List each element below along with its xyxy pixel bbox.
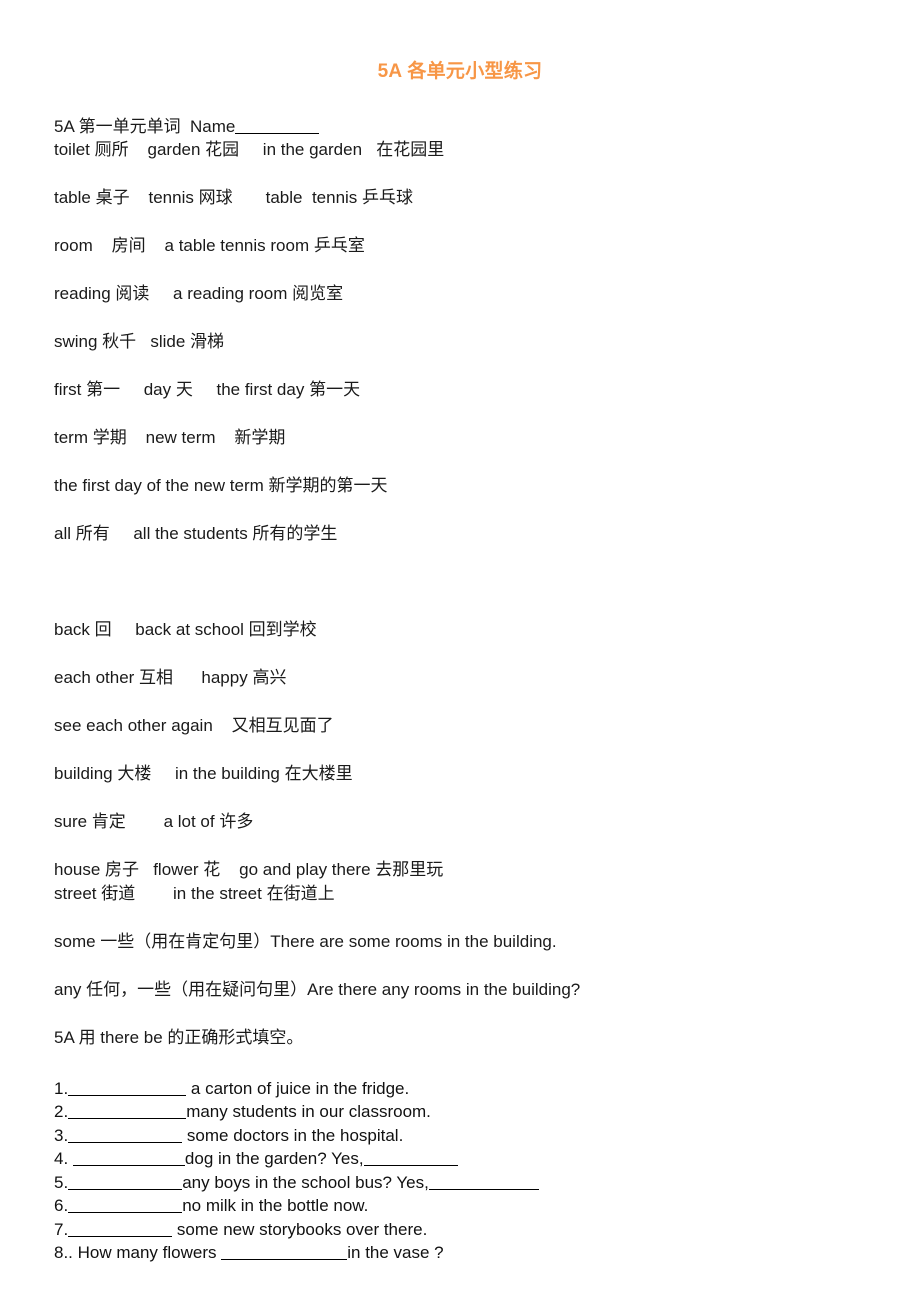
- exercise-answer-blank[interactable]: [68, 1104, 187, 1120]
- exercise-item-number: 5.: [54, 1172, 69, 1192]
- exercise-answer-blank[interactable]: [221, 1245, 348, 1261]
- vocabulary-line: reading 阅读 a reading room 阅览室: [54, 284, 344, 303]
- exercise-item-number: 8.. How many flowers: [54, 1243, 222, 1263]
- exercise-list: 1. a carton of juice in the fridge. 2. man…: [54, 1077, 874, 1265]
- exercise-answer-blank[interactable]: [68, 1198, 183, 1214]
- vocabulary-line: table 桌子 tennis 网球 table tennis 乒乓球: [54, 188, 414, 207]
- exercise-item-number: 6.: [54, 1196, 69, 1216]
- exercise-item: 4. dog in the garden? Yes,: [54, 1147, 874, 1170]
- vocabulary-line: sure 肯定 a lot of 许多: [54, 812, 254, 831]
- vocabulary-line: toilet 厕所 garden 花园 in the garden 在花园里: [54, 140, 445, 159]
- vocabulary-line: room 房间 a table tennis room 乒乓室: [54, 236, 365, 255]
- document-page: 5A 各单元小型练习 5A 第一单元单词 Name toilet 厕所 gard…: [0, 0, 920, 1302]
- exercise-item-number: 3.: [54, 1125, 69, 1145]
- vocabulary-line: each other 互相 happy 高兴: [54, 668, 287, 687]
- exercise-item-text: any boys in the school bus? Yes,: [182, 1172, 429, 1192]
- vocabulary-line: any 任何，一些（用在疑问句里）Are there any rooms in …: [54, 980, 581, 999]
- exercise-item-number: 7.: [54, 1219, 69, 1239]
- vocabulary-line: term 学期 new term 新学期: [54, 428, 286, 447]
- exercise-item-number: 4.: [54, 1149, 73, 1169]
- exercise-answer-blank[interactable]: [68, 1175, 183, 1190]
- exercise-item: 3. some doctors in the hospital.: [54, 1124, 874, 1147]
- header-name-line: 5A 第一单元单词 Name: [54, 118, 874, 140]
- exercise-item-text: a carton of juice in the fridge.: [186, 1079, 410, 1098]
- vocabulary-line: street 街道 in the street 在街道上: [54, 884, 335, 903]
- exercise-item-text: in the vase ?: [347, 1243, 444, 1263]
- exercise-item-text: dog in the garden? Yes,: [184, 1149, 364, 1169]
- exercise-item-text: some new storybooks over there.: [172, 1219, 428, 1239]
- vocabulary-line: first 第一 day 天 the first day 第一天: [54, 380, 361, 399]
- vocabulary-line: building 大楼 in the building 在大楼里: [54, 764, 353, 783]
- exercise-answer-blank[interactable]: [72, 1151, 185, 1167]
- exercise-item-text: some doctors in the hospital.: [182, 1125, 404, 1145]
- exercise-answer-blank[interactable]: [363, 1151, 458, 1167]
- vocabulary-list: toilet 厕所 garden 花园 in the garden 在花园里 ta…: [54, 141, 874, 1003]
- name-blank[interactable]: [235, 119, 320, 134]
- page-title: 5A 各单元小型练习: [377, 61, 543, 82]
- exercise-item: 7. some new storybooks over there.: [54, 1218, 874, 1241]
- exercise-item: 2. many students in our classroom.: [54, 1100, 874, 1123]
- document-body: 5A 第一单元单词 Name toilet 厕所 garden 花园 in th…: [54, 118, 874, 1265]
- exercise-item: 5. any boys in the school bus? Yes,: [54, 1171, 874, 1194]
- vocabulary-line: some 一些（用在肯定句里）There are some rooms in t…: [54, 932, 557, 951]
- vocabulary-line: house 房子 flower 花 go and play there 去那里玩: [54, 860, 444, 879]
- vocabulary-line: see each other again 又相互见面了: [54, 716, 334, 735]
- exercise-answer-blank[interactable]: [428, 1175, 539, 1190]
- exercise-item: 1. a carton of juice in the fridge.: [54, 1077, 874, 1100]
- vocabulary-line: all 所有 all the students 所有的学生: [54, 524, 338, 543]
- exercise-item-number: 2.: [54, 1102, 69, 1122]
- exercise-item: 6. no milk in the bottle now.: [54, 1194, 874, 1217]
- exercise-instruction: 5A 用 there be 的正确形式填空。: [54, 1028, 304, 1047]
- vocabulary-line: back 回 back at school 回到学校: [54, 620, 317, 639]
- exercise-item-number: 1.: [54, 1079, 69, 1098]
- header-name-prefix: 5A 第一单元单词 Name: [54, 117, 236, 136]
- exercise-item-text: no milk in the bottle now.: [182, 1196, 369, 1216]
- exercise-answer-blank[interactable]: [68, 1128, 183, 1143]
- vocabulary-line: swing 秋千 slide 滑梯: [54, 332, 225, 351]
- exercise-item-text: many students in our classroom.: [186, 1102, 431, 1122]
- exercise-answer-blank[interactable]: [68, 1222, 173, 1237]
- vocabulary-line: the first day of the new term 新学期的第一天: [54, 476, 388, 495]
- exercise-answer-blank[interactable]: [68, 1081, 187, 1096]
- exercise-item: 8.. How many flowers in the vase ?: [54, 1241, 874, 1264]
